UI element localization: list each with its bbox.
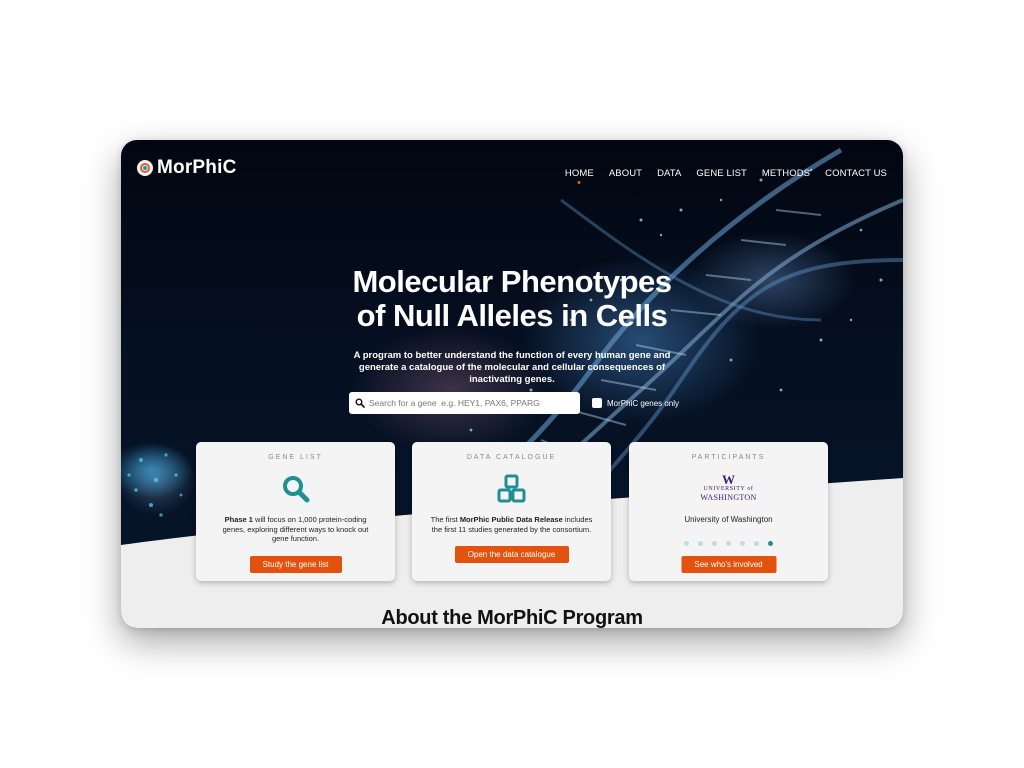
carousel-dot[interactable]: [698, 541, 703, 546]
carousel-dot[interactable]: [684, 541, 689, 546]
participants-card-header: PARTICIPANTS: [691, 454, 766, 461]
data-catalogue-card-header: DATA CATALOGUE: [466, 454, 557, 461]
data-catalogue-card-text: The first MorPhic Public Data Release in…: [430, 515, 593, 534]
nav-gene-list[interactable]: GENE LIST: [696, 168, 747, 179]
nav-data[interactable]: DATA: [657, 168, 681, 179]
nav-contact-us[interactable]: CONTACT US: [825, 168, 887, 179]
uw-logo-line-2: WASHINGTON: [700, 493, 757, 502]
university-of-washington-logo: W UNIVERSITY of WASHINGTON: [629, 473, 828, 502]
hero-title: Molecular Phenotypes of Null Alleles in …: [121, 265, 903, 333]
uw-w-mark: W: [722, 472, 735, 487]
hero-subtitle: A program to better understand the funct…: [353, 350, 671, 385]
gene-list-card-text-bold: Phase 1: [224, 515, 253, 524]
data-catalogue-card-text-bold: MorPhic Public Data Release: [459, 515, 563, 524]
carousel-dot[interactable]: [740, 541, 745, 546]
participants-card: PARTICIPANTS W UNIVERSITY of WASHINGTON …: [629, 442, 828, 581]
morphic-only-checkbox[interactable]: [592, 398, 602, 408]
gene-list-card-text: Phase 1 will focus on 1,000 protein-codi…: [214, 515, 377, 544]
main-nav: HOME ABOUT DATA GENE LIST METHODS CONTAC…: [565, 168, 887, 179]
data-catalogue-card-text-pre: The first: [430, 515, 460, 524]
about-section-heading: About the MorPhiC Program: [381, 607, 643, 628]
gene-search-box[interactable]: [349, 392, 580, 414]
study-gene-list-button[interactable]: Study the gene list: [249, 556, 342, 573]
hero-title-line-1: Molecular Phenotypes: [352, 264, 672, 299]
open-data-catalogue-button[interactable]: Open the data catalogue: [454, 546, 569, 563]
magnifier-icon: [282, 476, 309, 503]
gene-list-card: GENE LIST Phase 1 will focus on 1,000 pr…: [196, 442, 395, 581]
gene-list-card-header: GENE LIST: [268, 454, 323, 461]
nav-home[interactable]: HOME: [565, 168, 594, 179]
data-catalogue-card: DATA CATALOGUE The first MorPhic Public …: [412, 442, 611, 581]
gene-search-input[interactable]: [369, 398, 569, 408]
carousel-dot-active[interactable]: [768, 541, 773, 546]
carousel-dot[interactable]: [726, 541, 731, 546]
search-icon: [355, 398, 365, 408]
participants-carousel-dots: [629, 541, 828, 546]
brand-logo[interactable]: MorPhiC: [137, 157, 237, 179]
participant-name: University of Washington: [684, 515, 773, 524]
uw-logo-line-1: UNIVERSITY of: [703, 486, 754, 492]
hero-title-line-2: of Null Alleles in Cells: [356, 298, 668, 333]
nav-methods[interactable]: METHODS: [762, 168, 810, 179]
see-whos-involved-button[interactable]: See who's involved: [681, 556, 776, 573]
morphic-logo-icon: [137, 160, 153, 176]
nav-about[interactable]: ABOUT: [609, 168, 642, 179]
brand-name: MorPhiC: [157, 157, 237, 178]
carousel-dot[interactable]: [712, 541, 717, 546]
morphic-only-label: MorPhiC genes only: [607, 398, 680, 408]
browser-frame: MorPhiC HOME ABOUT DATA GENE LIST METHOD…: [121, 140, 903, 628]
cubes-icon: [497, 474, 525, 503]
morphic-only-filter[interactable]: MorPhiC genes only: [592, 398, 679, 408]
carousel-dot[interactable]: [754, 541, 759, 546]
